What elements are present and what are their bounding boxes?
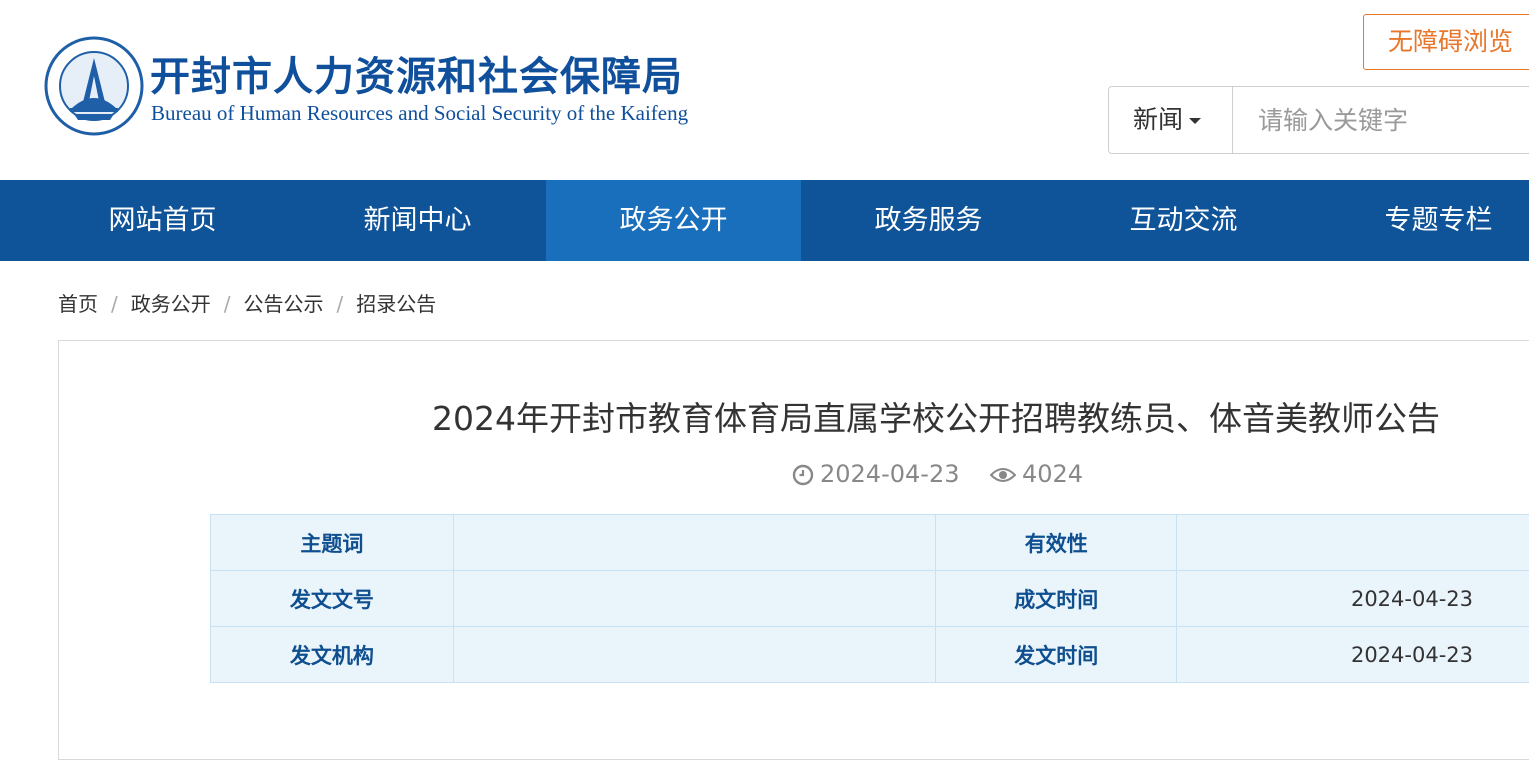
issuer-value	[453, 627, 936, 683]
document-info-table: 主题词 有效性 发文文号 成文时间 2024-04-23 发文机构 发文时间 2…	[210, 514, 1529, 683]
breadcrumb-government-affairs[interactable]: 政务公开	[131, 292, 211, 316]
issued-date-label: 发文时间	[936, 627, 1177, 683]
subject-label: 主题词	[211, 515, 454, 571]
created-date-value: 2024-04-23	[1177, 571, 1529, 627]
clock-icon	[792, 464, 814, 486]
search-category-label: 新闻	[1133, 105, 1183, 134]
publish-date: 2024-04-23	[820, 460, 959, 488]
breadcrumb-home[interactable]: 首页	[58, 292, 98, 316]
created-date-label: 成文时间	[936, 571, 1177, 627]
view-count: 4024	[1022, 460, 1083, 488]
nav-home[interactable]: 网站首页	[35, 180, 290, 261]
article-title: 2024年开封市教育体育局直属学校公开招聘教练员、体音美教师公告	[0, 392, 1529, 440]
doc-number-label: 发文文号	[211, 571, 454, 627]
nav-government-services[interactable]: 政务服务	[801, 180, 1056, 261]
accessibility-button[interactable]: 无障碍浏览	[1363, 14, 1529, 70]
nav-government-affairs[interactable]: 政务公开	[546, 180, 801, 261]
doc-number-value	[453, 571, 936, 627]
validity-label: 有效性	[936, 515, 1177, 571]
chevron-down-icon	[1189, 118, 1201, 124]
site-title-cn: 开封市人力资源和社会保障局	[150, 44, 683, 102]
search-bar: 新闻	[1108, 86, 1529, 154]
nav-news[interactable]: 新闻中心	[290, 180, 545, 261]
table-row: 主题词 有效性	[211, 515, 1529, 571]
subject-value	[453, 515, 936, 571]
table-row: 发文文号 成文时间 2024-04-23	[211, 571, 1529, 627]
search-category-select[interactable]: 新闻	[1109, 87, 1233, 153]
nav-interaction[interactable]: 互动交流	[1056, 180, 1311, 261]
breadcrumb: 首页 / 政务公开 / 公告公示 / 招录公告	[58, 288, 436, 317]
table-row: 发文机构 发文时间 2024-04-23	[211, 627, 1529, 683]
validity-value	[1177, 515, 1529, 571]
search-input[interactable]	[1234, 87, 1529, 153]
breadcrumb-recruitment[interactable]: 招录公告	[356, 292, 436, 316]
main-nav: 网站首页 新闻中心 政务公开 政务服务 互动交流 专题专栏	[0, 180, 1529, 261]
eye-icon	[990, 466, 1016, 484]
issuer-label: 发文机构	[211, 627, 454, 683]
breadcrumb-separator: /	[337, 292, 344, 316]
issued-date-value: 2024-04-23	[1177, 627, 1529, 683]
bureau-emblem-icon	[44, 36, 144, 136]
breadcrumb-separator: /	[111, 292, 118, 316]
breadcrumb-notices[interactable]: 公告公示	[244, 292, 324, 316]
breadcrumb-separator: /	[224, 292, 231, 316]
site-title-en: Bureau of Human Resources and Social Sec…	[151, 101, 688, 126]
nav-special-topics[interactable]: 专题专栏	[1311, 180, 1529, 261]
